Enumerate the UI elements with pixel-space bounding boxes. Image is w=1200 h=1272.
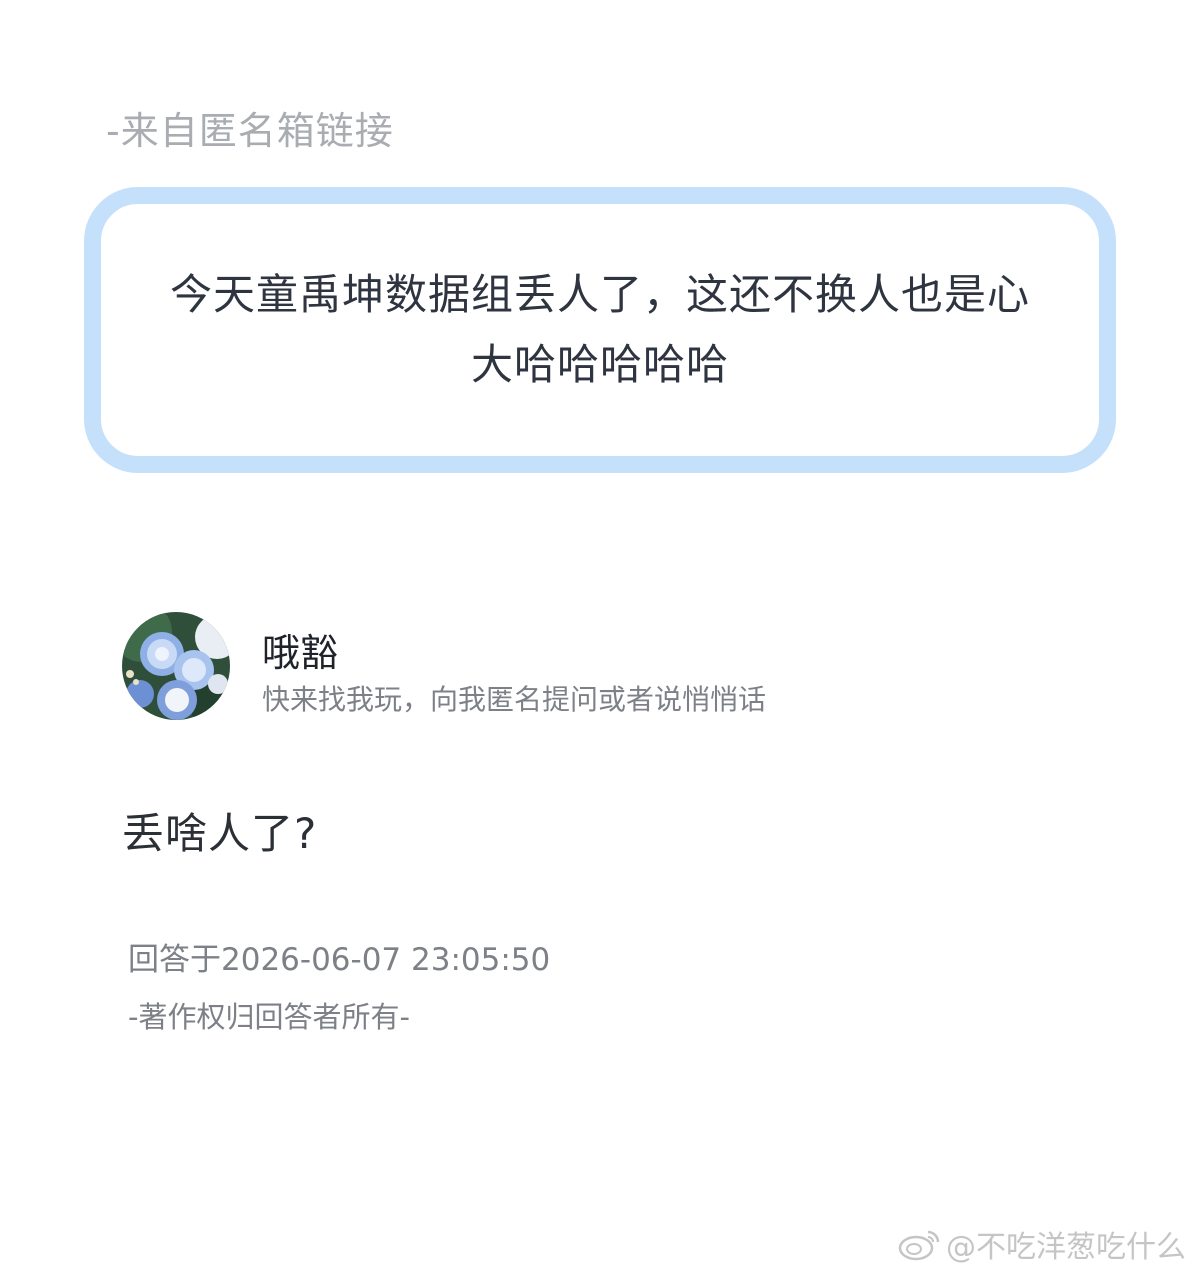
copyright-notice: -著作权归回答者所有-: [128, 1000, 410, 1034]
profile-header[interactable]: 哦豁 快来找我玩，向我匿名提问或者说悄悄话: [122, 612, 882, 722]
watermark-text: @不吃洋葱吃什么: [946, 1230, 1186, 1265]
avatar[interactable]: [122, 612, 230, 720]
question-card: 今天童禹坤数据组丢人了，这还不换人也是心大哈哈哈哈哈: [84, 187, 1116, 473]
blue-roses-avatar-icon: [122, 612, 230, 720]
question-text: 今天童禹坤数据组丢人了，这还不换人也是心大哈哈哈哈哈: [169, 270, 1030, 389]
weibo-logo-icon: [898, 1230, 940, 1261]
answer-text: 丢啥人了?: [122, 809, 318, 858]
watermark: @不吃洋葱吃什么: [898, 1222, 1186, 1266]
profile-bio: 快来找我玩，向我匿名提问或者说悄悄话: [262, 683, 767, 716]
nickname[interactable]: 哦豁: [262, 622, 338, 677]
source-label: -来自匿名箱链接: [106, 109, 394, 153]
answered-timestamp: 回答于2026-06-07 23:05:50: [128, 942, 551, 978]
